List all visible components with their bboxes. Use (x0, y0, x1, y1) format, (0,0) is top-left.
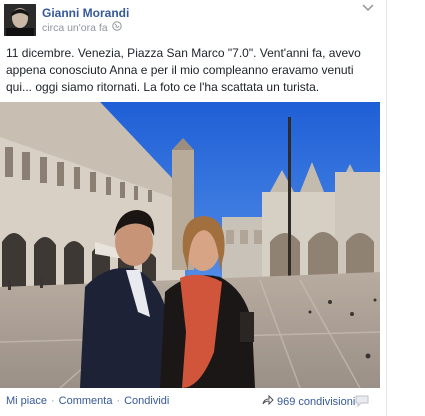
share-count[interactable]: 969 condivisioni (262, 394, 356, 408)
share-count-label: 969 condivisioni (277, 395, 356, 408)
post-card: Gianni Morandi circa un'ora fa 11 dicemb… (0, 0, 387, 416)
comment-link[interactable]: Commenta (59, 395, 113, 407)
author-name[interactable]: Gianni Morandi (42, 6, 129, 20)
chevron-down-icon[interactable] (360, 2, 376, 16)
action-separator: · (116, 395, 121, 407)
post-photo[interactable] (0, 102, 380, 388)
post-actions: Mi piace · Commenta · Condividi (6, 395, 169, 407)
action-separator: · (50, 395, 55, 407)
share-link[interactable]: Condividi (124, 395, 169, 407)
like-link[interactable]: Mi piace (6, 395, 47, 407)
timestamp[interactable]: circa un'ora fa (42, 22, 108, 34)
comment-icon[interactable] (355, 394, 369, 408)
globe-icon (111, 21, 122, 34)
post-text: 11 dicembre. Venezia, Piazza San Marco "… (6, 46, 361, 94)
share-arrow-icon (262, 394, 274, 408)
avatar[interactable] (4, 4, 36, 36)
post-meta: circa un'ora fa (42, 21, 122, 34)
